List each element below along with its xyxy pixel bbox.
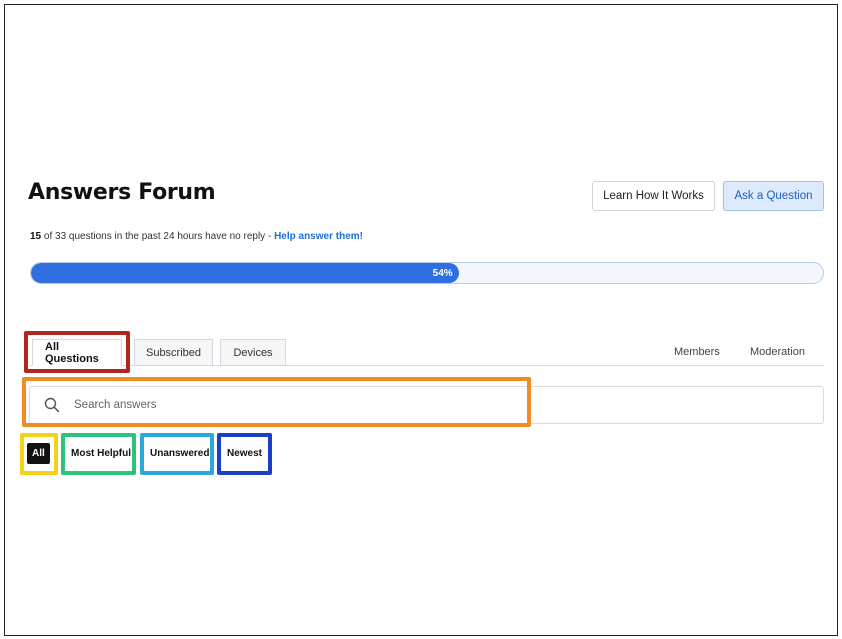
search-bar[interactable] [29, 386, 824, 424]
tab-subscribed[interactable]: Subscribed [134, 339, 213, 366]
tab-devices[interactable]: Devices [220, 339, 286, 366]
filter-most-helpful[interactable]: Most Helpful [66, 443, 136, 464]
stats-count: 15 [30, 231, 42, 242]
learn-how-it-works-button[interactable]: Learn How It Works [592, 181, 715, 211]
screenshot-frame [4, 4, 838, 636]
unanswered-stats: 15 of 33 questions in the past 24 hours … [30, 231, 363, 242]
page-title: Answers Forum [28, 180, 216, 205]
filter-newest[interactable]: Newest [222, 443, 268, 464]
reply-progress-bar: 54% [30, 262, 824, 284]
filter-unanswered[interactable]: Unanswered [145, 443, 215, 464]
stats-text: of 33 questions in the past 24 hours hav… [41, 231, 275, 242]
progress-fill: 54% [31, 263, 459, 283]
search-icon [44, 397, 60, 413]
help-answer-link[interactable]: Help answer them! [274, 231, 363, 242]
tab-members[interactable]: Members [674, 346, 720, 358]
search-input[interactable] [74, 399, 474, 411]
tab-moderation[interactable]: Moderation [750, 346, 805, 358]
filter-all[interactable]: All [27, 443, 50, 464]
ask-a-question-button[interactable]: Ask a Question [723, 181, 824, 211]
tab-all-questions[interactable]: All Questions [32, 339, 122, 366]
progress-percent: 54% [432, 267, 453, 279]
